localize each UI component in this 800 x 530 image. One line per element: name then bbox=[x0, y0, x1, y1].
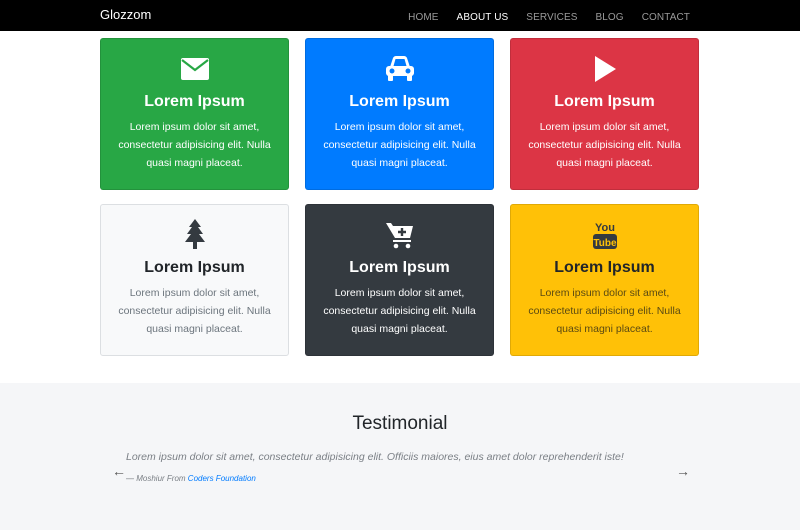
feature-cards: Lorem Ipsum Lorem ipsum dolor sit amet, … bbox=[100, 38, 699, 356]
card-title: Lorem Ipsum bbox=[554, 93, 655, 110]
testimonial-quote: Lorem ipsum dolor sit amet, consectetur … bbox=[126, 451, 624, 463]
carousel-prev-arrow-icon[interactable]: ← bbox=[112, 463, 126, 479]
author-prefix: — Moshiur From bbox=[126, 474, 186, 483]
carousel-next-arrow-icon[interactable]: → bbox=[676, 463, 690, 479]
nav-item-blog: BLOG bbox=[596, 7, 624, 25]
card-text: Lorem ipsum dolor sit amet, consectetur … bbox=[528, 287, 681, 335]
card-text: Lorem ipsum dolor sit amet, consectetur … bbox=[118, 121, 271, 169]
card-title: Lorem Ipsum bbox=[144, 93, 245, 110]
nav-link-contact[interactable]: CONTACT bbox=[642, 12, 690, 23]
author-link[interactable]: Coders Foundation bbox=[188, 474, 256, 483]
feature-card: Lorem Ipsum Lorem ipsum dolor sit amet, … bbox=[510, 38, 699, 190]
play-icon bbox=[511, 53, 698, 85]
car-icon bbox=[306, 53, 493, 85]
card-text: Lorem ipsum dolor sit amet, consectetur … bbox=[323, 121, 476, 169]
nav-link-about-us[interactable]: ABOUT US bbox=[457, 12, 509, 23]
cart-plus-icon bbox=[306, 219, 493, 251]
envelope-icon bbox=[101, 53, 288, 85]
feature-card: Lorem Ipsum Lorem ipsum dolor sit amet, … bbox=[100, 38, 289, 190]
nav-menu: HOME ABOUT US SERVICES BLOG CONTACT bbox=[408, 0, 690, 31]
card-title: Lorem Ipsum bbox=[349, 259, 450, 276]
card-text: Lorem ipsum dolor sit amet, consectetur … bbox=[118, 287, 271, 335]
nav-item-services: SERVICES bbox=[526, 7, 577, 25]
card-text: Lorem ipsum dolor sit amet, consectetur … bbox=[528, 121, 681, 169]
card-text: Lorem ipsum dolor sit amet, consectetur … bbox=[323, 287, 476, 335]
card-title: Lorem Ipsum bbox=[554, 259, 655, 276]
nav-item-home: HOME bbox=[408, 7, 438, 25]
testimonial-heading: Testimonial bbox=[352, 413, 448, 434]
testimonial-section: Testimonial ← Lorem ipsum dolor sit amet… bbox=[0, 383, 800, 530]
nav-link-home[interactable]: HOME bbox=[408, 12, 438, 23]
tree-icon bbox=[101, 219, 288, 251]
card-title: Lorem Ipsum bbox=[144, 259, 245, 276]
feature-card: Lorem Ipsum Lorem ipsum dolor sit amet, … bbox=[305, 204, 494, 356]
feature-card: You Tube Lorem Ipsum Lorem ipsum dolor s… bbox=[510, 204, 699, 356]
brand-logo[interactable]: Glozzom bbox=[100, 7, 151, 22]
nav-item-about: ABOUT US bbox=[457, 7, 509, 25]
nav-link-blog[interactable]: BLOG bbox=[596, 12, 624, 23]
nav-item-contact: CONTACT bbox=[642, 7, 690, 25]
card-title: Lorem Ipsum bbox=[349, 93, 450, 110]
youtube-icon-bottom: Tube bbox=[593, 238, 617, 249]
youtube-icon: You Tube bbox=[511, 219, 698, 251]
testimonial-author: — Moshiur From Coders Foundation bbox=[126, 474, 256, 483]
navbar: Glozzom HOME ABOUT US SERVICES BLOG CONT… bbox=[0, 0, 800, 31]
youtube-icon-top: You bbox=[595, 222, 615, 234]
feature-card: Lorem Ipsum Lorem ipsum dolor sit amet, … bbox=[305, 38, 494, 190]
nav-link-services[interactable]: SERVICES bbox=[526, 12, 577, 23]
feature-card: Lorem Ipsum Lorem ipsum dolor sit amet, … bbox=[100, 204, 289, 356]
